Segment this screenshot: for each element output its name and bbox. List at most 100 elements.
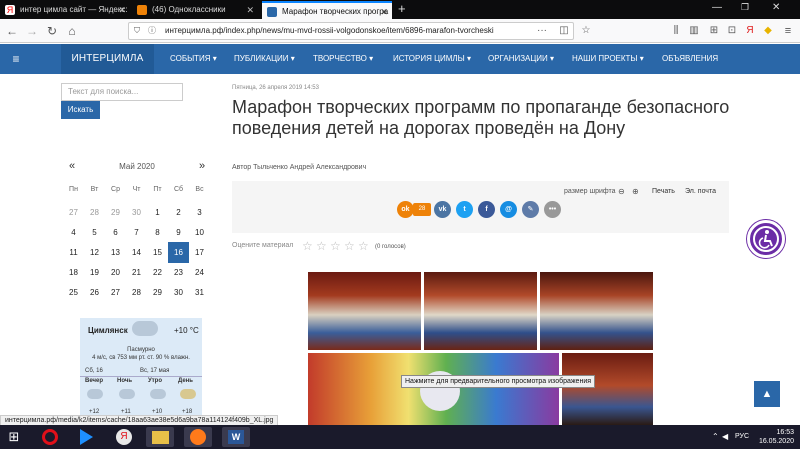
menu-item-history[interactable]: ИСТОРИЯ ЦИМЛЫ ▾ — [393, 44, 471, 74]
author-name[interactable]: Тыльченко Андрей Александрович — [253, 164, 366, 171]
calendar-day[interactable]: 14 — [126, 242, 147, 263]
browser-tab[interactable]: Я интер цимла сайт — Яндекс: ✕ — [0, 1, 130, 19]
file-explorer-icon[interactable] — [146, 427, 174, 447]
calendar-day[interactable]: 28 — [84, 202, 105, 223]
calendar-day[interactable]: 22 — [147, 262, 168, 283]
calendar-day[interactable]: 15 — [147, 242, 168, 263]
opera-icon[interactable] — [36, 427, 64, 447]
calendar-day[interactable]: 4 — [63, 222, 84, 243]
gallery-photo[interactable] — [540, 272, 653, 350]
menu-item-organizations[interactable]: ОРГАНИЗАЦИИ ▾ — [488, 44, 554, 74]
menu-item-creativity[interactable]: ТВОРЧЕСТВО ▾ — [313, 44, 373, 74]
menu-item-projects[interactable]: НАШИ ПРОЕКТЫ ▾ — [572, 44, 644, 74]
rating-star-icon[interactable]: ☆ — [358, 240, 370, 252]
calendar-day[interactable]: 13 — [105, 242, 126, 263]
calendar-day[interactable]: 3 — [189, 202, 210, 223]
media-player-icon[interactable] — [72, 427, 100, 447]
close-tab-icon[interactable]: ✕ — [118, 1, 126, 19]
cart-icon[interactable]: ⊞ — [706, 23, 722, 39]
bookmark-star-icon[interactable]: ☆ — [578, 23, 594, 39]
calendar-day[interactable]: 29 — [105, 202, 126, 223]
scroll-to-top-button[interactable]: ▲ — [754, 381, 780, 407]
calendar-day[interactable]: 25 — [63, 282, 84, 303]
system-clock[interactable]: 16:53 16.05.2020 — [759, 428, 794, 446]
calendar-day[interactable]: 1 — [147, 202, 168, 223]
input-language[interactable]: РУС — [735, 433, 749, 440]
calendar-day[interactable]: 29 — [147, 282, 168, 303]
home-icon[interactable]: ⌂ — [64, 23, 80, 39]
yandex-extension-icon[interactable]: Я — [742, 23, 758, 39]
rating-star-icon[interactable]: ☆ — [344, 240, 356, 252]
calendar-day[interactable]: 12 — [84, 242, 105, 263]
calendar-day[interactable]: 31 — [189, 282, 210, 303]
calendar-day[interactable]: 19 — [84, 262, 105, 283]
odnoklassniki-share-icon[interactable]: ok — [397, 201, 414, 218]
reload-icon[interactable]: ↻ — [44, 23, 60, 39]
close-window-icon[interactable]: ✕ — [772, 2, 780, 13]
accessibility-icon[interactable] — [747, 220, 785, 258]
calendar-day[interactable]: 10 — [189, 222, 210, 243]
gallery-photo[interactable] — [562, 353, 653, 425]
browser-tab-active[interactable]: Марафон творческих програ ✕ — [262, 1, 392, 19]
library-icon[interactable]: ⫼ — [668, 23, 684, 39]
windows-start-icon[interactable]: ⊞ — [6, 429, 22, 445]
menu-item-announcements[interactable]: ОБЪЯВЛЕНИЯ — [662, 44, 718, 74]
calendar-day[interactable]: 23 — [168, 262, 189, 283]
close-tab-icon[interactable]: ✕ — [380, 3, 388, 19]
search-input[interactable]: Текст для поиска... — [61, 83, 183, 101]
calendar-day[interactable]: 7 — [126, 222, 147, 243]
menu-icon[interactable]: ≡ — [780, 23, 796, 39]
tray-up-arrow-icon[interactable]: ⌃ — [712, 432, 719, 441]
menu-item-events[interactable]: СОБЫТИЯ ▾ — [170, 44, 217, 74]
calendar-day[interactable]: 27 — [63, 202, 84, 223]
extension-icon[interactable]: ⊡ — [724, 23, 740, 39]
rating-star-icon[interactable]: ☆ — [302, 240, 314, 252]
calendar-day[interactable]: 8 — [147, 222, 168, 243]
back-arrow-icon[interactable]: ← — [4, 23, 20, 39]
calendar-day[interactable]: 30 — [168, 282, 189, 303]
calendar-day[interactable]: 27 — [105, 282, 126, 303]
calendar-day[interactable]: 24 — [189, 262, 210, 283]
more-dots-icon[interactable]: ··· — [534, 23, 550, 39]
calendar-day[interactable]: 6 — [105, 222, 126, 243]
facebook-share-icon[interactable]: f — [478, 201, 495, 218]
calendar-day[interactable]: 11 — [63, 242, 84, 263]
new-tab-button[interactable]: + — [398, 1, 406, 16]
rating-star-icon[interactable]: ☆ — [316, 240, 328, 252]
yandex-browser-icon[interactable]: Я — [110, 427, 138, 447]
word-icon[interactable]: W — [222, 427, 250, 447]
calendar-day[interactable]: 20 — [105, 262, 126, 283]
ok-extension-icon[interactable]: ◆ — [760, 23, 776, 39]
minimize-icon[interactable]: — — [712, 2, 722, 13]
site-logo[interactable]: ИНТЕРЦИМЛА — [61, 44, 154, 74]
rating-star-icon[interactable]: ☆ — [330, 240, 342, 252]
calendar-day[interactable]: 17 — [189, 242, 210, 263]
calendar-day[interactable]: 30 — [126, 202, 147, 223]
pocket-icon[interactable]: ◫ — [556, 23, 572, 39]
calendar-day[interactable]: 9 — [168, 222, 189, 243]
vk-share-icon[interactable]: vk — [434, 201, 451, 218]
address-bar[interactable]: ⛉ ⓘ интерцимла.рф/index.php/news/mu-mvd-… — [128, 22, 574, 40]
volume-icon[interactable]: ◀ — [722, 432, 728, 441]
calendar-day[interactable]: 21 — [126, 262, 147, 283]
close-tab-icon[interactable]: ✕ — [246, 1, 254, 19]
calendar-day[interactable]: 26 — [84, 282, 105, 303]
menu-item-publications[interactable]: ПУБЛИКАЦИИ ▾ — [234, 44, 295, 74]
sidebar-icon[interactable]: ▥ — [686, 23, 702, 39]
email-button[interactable]: Эл. почта — [685, 188, 716, 195]
browser-tab[interactable]: (46) Одноклассники ✕ — [132, 1, 258, 19]
more-share-icon[interactable]: ••• — [544, 201, 561, 218]
search-button[interactable]: Искать — [61, 101, 100, 119]
calendar-day[interactable]: 28 — [126, 282, 147, 303]
print-button[interactable]: Печать — [652, 188, 675, 195]
livejournal-share-icon[interactable]: ✎ — [522, 201, 539, 218]
firefox-icon[interactable] — [184, 427, 212, 447]
hamburger-menu-icon[interactable]: ≡ — [0, 44, 32, 74]
calendar-next-button[interactable]: » — [199, 160, 205, 172]
twitter-share-icon[interactable]: t — [456, 201, 473, 218]
calendar-day[interactable]: 2 — [168, 202, 189, 223]
calendar-day[interactable]: 18 — [63, 262, 84, 283]
forward-arrow-icon[interactable]: → — [24, 23, 40, 39]
gallery-photo[interactable] — [308, 272, 421, 350]
zoom-out-icon[interactable]: ⊖ — [618, 187, 625, 196]
